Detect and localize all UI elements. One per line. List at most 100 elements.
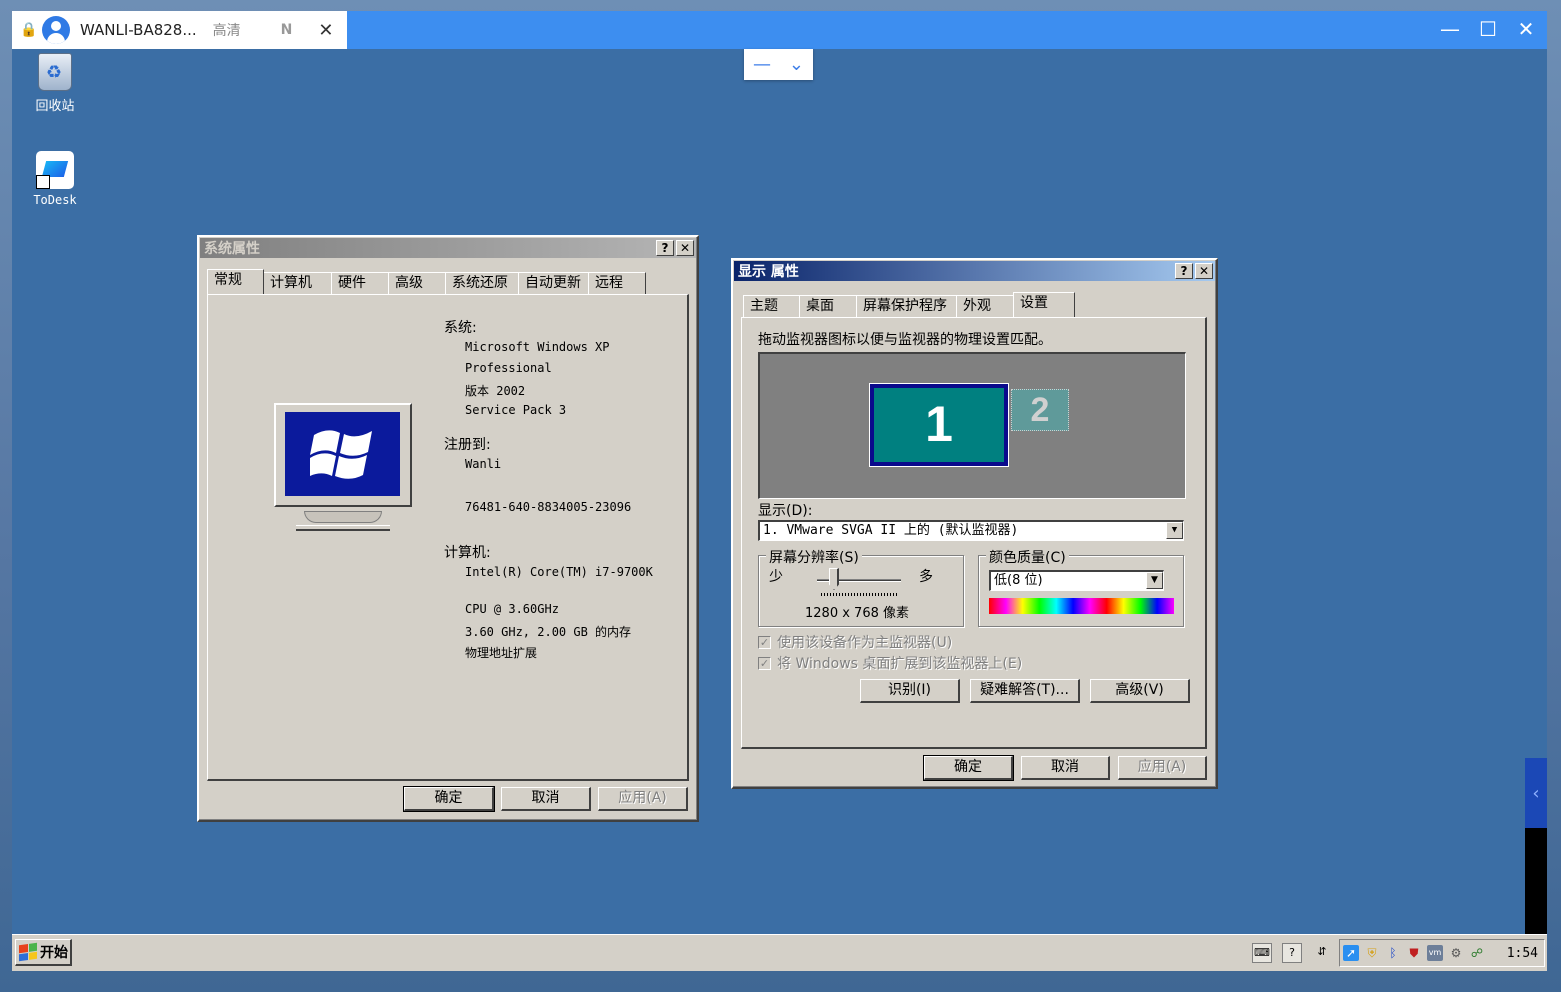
network-icon[interactable]: ☍ <box>1469 945 1485 961</box>
bluetooth-icon[interactable]: ᛒ <box>1385 945 1401 961</box>
help-button[interactable]: ? <box>1175 263 1193 279</box>
computer-line-pae: 物理地址扩展 <box>465 646 538 660</box>
dialog-title: 系统属性 <box>204 241 260 257</box>
windows-flag-icon <box>19 942 37 962</box>
session-tab[interactable]: 🔒 WANLI-BA828... 高清 N ✕ <box>12 11 347 49</box>
primary-monitor-checkbox[interactable]: ✓ 使用该设备作为主监视器(U) <box>758 632 952 652</box>
cancel-button[interactable]: 取消 <box>501 787 591 811</box>
display-properties-dialog: 显示 属性 ? ✕ 主题 桌面 屏幕保护程序 外观 设置 拖动监视器图标以便与监… <box>731 258 1218 789</box>
apply-button[interactable]: 应用(A) <box>598 787 688 811</box>
dropdown-arrow-icon[interactable]: ▼ <box>1166 522 1183 539</box>
security-alert-icon[interactable]: ⛊ <box>1406 945 1422 961</box>
taskbar: 开始 ⌨ ? ⇵ ➚ ⛨ ᛒ ⛊ vm ⚙ ☍ 1:54 <box>12 934 1547 971</box>
ok-button[interactable]: 确定 <box>403 786 495 812</box>
tab-strip: 主题 桌面 屏幕保护程序 外观 设置 <box>743 292 1075 317</box>
registered-label: 注册到: <box>444 437 491 453</box>
system-properties-dialog: 系统属性 ? ✕ 常规 计算机名 硬件 高级 系统还原 自动更新 远程 <box>197 235 699 822</box>
instruction-text: 拖动监视器图标以便与监视器的物理设置匹配。 <box>758 332 1052 348</box>
gear-icon[interactable]: ⚙ <box>1448 945 1464 961</box>
todesk-label: ToDesk <box>33 193 77 207</box>
display-label: 显示(D): <box>758 503 813 519</box>
display-select[interactable]: 1. VMware SVGA II 上的 (默认监视器) ▼ <box>758 520 1184 541</box>
color-quality-label: 颜色质量(C) <box>986 547 1069 567</box>
n-badge: N <box>280 22 293 38</box>
tab-computer-name[interactable]: 计算机名 <box>263 272 332 311</box>
computer-line-clock: CPU @ 3.60GHz <box>465 602 559 616</box>
registered-user: Wanli <box>465 457 502 471</box>
advanced-button[interactable]: 高级(V) <box>1090 679 1190 703</box>
chevron-left-icon: ‹ <box>1532 782 1540 804</box>
tab-close-icon[interactable]: ✕ <box>318 20 333 41</box>
monitor-2[interactable]: 2 <box>1011 389 1069 431</box>
display-properties-titlebar[interactable]: 显示 属性 ? ✕ <box>734 261 1215 281</box>
resolution-slider-thumb[interactable] <box>829 568 839 590</box>
tab-desktop[interactable]: 桌面 <box>799 295 857 317</box>
todesk-desktop-icon[interactable]: ToDesk <box>20 151 90 207</box>
tab-settings[interactable]: 设置 <box>1013 292 1075 317</box>
tab-general[interactable]: 常规 <box>207 269 264 294</box>
system-line-service-pack: Service Pack 3 <box>465 403 567 417</box>
system-properties-titlebar[interactable]: 系统属性 ? ✕ <box>200 238 696 258</box>
todesk-tray-icon[interactable]: ➚ <box>1343 945 1359 961</box>
troubleshoot-button[interactable]: 疑难解答(T)... <box>970 679 1080 703</box>
recycle-bin-desktop-icon[interactable]: 回收站 <box>20 53 90 114</box>
collapse-icon[interactable]: — <box>753 54 771 75</box>
remote-desktop-window: 🔒 WANLI-BA828... 高清 N ✕ — ☐ ✕ — ⌄ 回收站 To… <box>12 11 1547 971</box>
network-arrows-icon[interactable]: ⇵ <box>1312 943 1332 963</box>
monitor-1[interactable]: 1 <box>869 383 1009 467</box>
system-line-version: 版本 2002 <box>465 384 526 398</box>
apply-button[interactable]: 应用(A) <box>1118 756 1207 780</box>
system-line-os: Microsoft Windows XP <box>465 340 610 354</box>
user-avatar-icon <box>42 16 70 44</box>
slider-ticks <box>821 593 897 596</box>
help-icon[interactable]: ? <box>1282 943 1302 963</box>
tab-strip: 常规 计算机名 硬件 高级 系统还原 自动更新 远程 <box>207 269 646 311</box>
recycle-bin-label: 回收站 <box>35 99 75 114</box>
resolution-less-label: 少 <box>769 569 783 585</box>
vmware-tools-icon[interactable]: vm <box>1427 945 1443 961</box>
chevron-down-icon[interactable]: ⌄ <box>789 54 804 75</box>
dialog-title: 显示 属性 <box>738 264 799 280</box>
close-button[interactable]: ✕ <box>1515 17 1537 41</box>
identify-button[interactable]: 识别(I) <box>860 679 960 703</box>
tab-automatic-updates[interactable]: 自动更新 <box>518 272 589 294</box>
clock[interactable]: 1:54 <box>1507 946 1538 961</box>
tab-hardware[interactable]: 硬件 <box>331 272 389 294</box>
monitor-logo <box>274 403 412 533</box>
computer-line-memory: 3.60 GHz, 2.00 GB 的内存 <box>465 625 632 639</box>
floating-toolbar: — ⌄ <box>744 49 813 80</box>
recycle-bin-icon <box>38 53 72 91</box>
keyboard-icon[interactable]: ⌨ <box>1252 943 1272 963</box>
help-button[interactable]: ? <box>656 240 674 256</box>
extend-desktop-checkbox[interactable]: ✓ 将 Windows 桌面扩展到该监视器上(E) <box>758 653 1022 673</box>
start-button[interactable]: 开始 <box>15 939 72 966</box>
todesk-icon <box>36 151 74 189</box>
display-select-value: 1. VMware SVGA II 上的 (默认监视器) <box>763 523 1019 538</box>
cancel-button[interactable]: 取消 <box>1021 756 1110 780</box>
product-id: 76481-640-8834005-23096 <box>465 500 632 514</box>
side-panel-handle[interactable]: ‹ <box>1525 758 1547 828</box>
primary-monitor-label: 使用该设备作为主监视器(U) <box>777 635 953 651</box>
lock-icon: 🔒 <box>20 22 38 38</box>
maximize-button[interactable]: ☐ <box>1477 17 1499 41</box>
ok-button[interactable]: 确定 <box>923 755 1014 781</box>
tab-system-restore[interactable]: 系统还原 <box>445 272 519 294</box>
dropdown-arrow-icon[interactable]: ▼ <box>1146 572 1163 589</box>
tab-appearance[interactable]: 外观 <box>956 295 1014 317</box>
checkbox-check-icon: ✓ <box>758 635 771 649</box>
tab-themes[interactable]: 主题 <box>743 295 800 317</box>
system-label: 系统: <box>444 320 477 336</box>
system-tray: ➚ ⛨ ᛒ ⛊ vm ⚙ ☍ 1:54 <box>1339 939 1545 967</box>
color-quality-select[interactable]: 低(8 位) ▼ <box>989 570 1164 591</box>
checkbox-check-icon: ✓ <box>758 656 771 670</box>
close-button[interactable]: ✕ <box>1195 263 1213 279</box>
tab-remote[interactable]: 远程 <box>588 272 646 294</box>
quality-label[interactable]: 高清 <box>213 20 241 40</box>
shield-icon[interactable]: ⛨ <box>1364 945 1380 961</box>
client-title-bar: 🔒 WANLI-BA828... 高清 N ✕ — ☐ ✕ <box>12 11 1547 49</box>
tab-advanced[interactable]: 高级 <box>388 272 446 294</box>
extend-desktop-label: 将 Windows 桌面扩展到该监视器上(E) <box>777 656 1023 672</box>
minimize-button[interactable]: — <box>1439 17 1461 41</box>
close-button[interactable]: ✕ <box>676 240 694 256</box>
tab-screen-saver[interactable]: 屏幕保护程序 <box>856 295 957 317</box>
